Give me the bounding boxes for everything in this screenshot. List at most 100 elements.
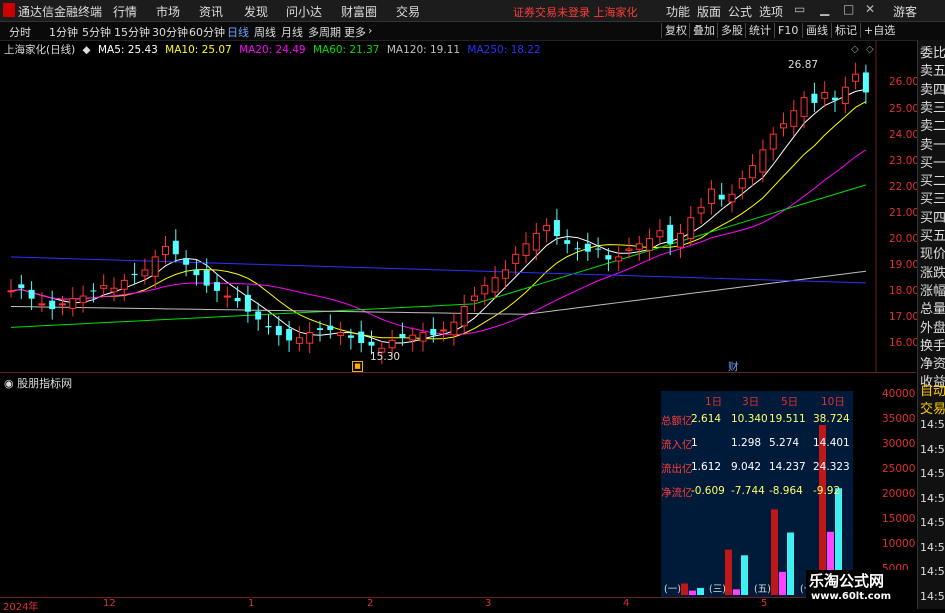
flow-bar-out — [787, 532, 794, 595]
minimize-icon[interactable]: ▁ — [820, 2, 829, 16]
period-multi[interactable]: 多周期 — [308, 24, 341, 40]
indicator-title[interactable]: ◉ 股朋指标网 — [4, 375, 72, 391]
side-tab-item[interactable]: 买一 — [920, 156, 945, 172]
watermark-title: 乐淘公式网 — [809, 572, 885, 590]
period-1min[interactable]: 1分钟 — [49, 24, 78, 40]
candle-body — [69, 298, 77, 309]
indicator-scale-tick: 35000 — [882, 413, 916, 425]
expand-icon[interactable]: ◉ — [4, 377, 14, 390]
panel-divider — [0, 372, 916, 373]
side-tab-item[interactable]: 外盘 — [920, 321, 945, 337]
period-weekly[interactable]: 周线 — [254, 24, 276, 40]
side-tab-item[interactable]: 卖一 — [920, 138, 945, 154]
period-15min[interactable]: 15分钟 — [114, 24, 150, 40]
event-marker-icon[interactable]: ■ — [352, 361, 363, 372]
candle-body — [501, 269, 509, 279]
candle-body — [265, 326, 272, 328]
close-icon[interactable]: ✕ — [865, 2, 875, 16]
menu-gongneng[interactable]: 功能 — [666, 3, 690, 20]
period-30min[interactable]: 30分钟 — [152, 24, 188, 40]
menu-wenxiaoda[interactable]: 问小达 — [286, 3, 322, 20]
menu-xuanxiang[interactable]: 选项 — [759, 3, 783, 20]
flow-cell: 19.511 — [769, 413, 806, 425]
window-icon[interactable]: ▭ — [794, 2, 805, 16]
period-60min[interactable]: 60分钟 — [189, 24, 225, 40]
candle-body — [317, 328, 323, 330]
expand-icon[interactable]: ◆ — [83, 44, 91, 56]
toolbar-fuquan[interactable]: 复权 — [661, 23, 690, 38]
side-tab-item[interactable]: 涨幅 — [920, 284, 945, 300]
menu-caifuquan[interactable]: 财富圈 — [341, 3, 377, 20]
side-tab-item[interactable]: 买四 — [920, 211, 945, 227]
ma20-label: MA20: 24.49 — [239, 44, 306, 56]
side-tab-item[interactable]: 总量 — [920, 302, 945, 318]
flow-bar-total — [725, 549, 732, 595]
watermark: 乐淘公式网 www.60lt.com — [806, 570, 916, 602]
user-guest[interactable]: 游客 — [893, 3, 917, 20]
candle-body — [667, 224, 674, 244]
menu-shichang[interactable]: 市场 — [156, 3, 180, 20]
side-tab-item[interactable]: 卖三 — [920, 101, 945, 117]
side-tab-item[interactable]: 换手 — [920, 339, 945, 355]
side-tab-item[interactable]: 涨跌 — [920, 266, 945, 282]
flow-cell: 14.401 — [813, 437, 850, 449]
flow-bar-out — [741, 555, 748, 595]
candle-body — [491, 277, 499, 293]
side-tab-item[interactable]: 净资 — [920, 357, 945, 373]
side-tab-item[interactable]: 卖四 — [920, 83, 945, 99]
settings-small-icon[interactable]: ◇ — [866, 44, 874, 55]
flow-row-label: 流入亿 — [661, 439, 693, 451]
indicator-time-label: 14:56 — [920, 540, 945, 554]
toolbar-tongji[interactable]: 统计 — [745, 23, 774, 38]
kline-chart[interactable] — [0, 40, 945, 372]
side-tab-item[interactable]: 现价 — [920, 247, 945, 263]
period-more[interactable]: 更多 — [344, 24, 366, 40]
indicator-time-label: 14:56 — [920, 418, 945, 431]
menu-zixun[interactable]: 资讯 — [199, 3, 223, 20]
toolbar-diejia[interactable]: 叠加 — [689, 23, 718, 38]
period-5min[interactable]: 5分钟 — [82, 24, 111, 40]
side-tab-item[interactable]: 买五 — [920, 229, 945, 245]
maximize-icon[interactable]: □ — [843, 2, 854, 16]
period-monthly[interactable]: 月线 — [281, 24, 303, 40]
menu-gongshi[interactable]: 公式 — [728, 3, 752, 20]
candle-body — [821, 91, 829, 99]
candle-body — [450, 321, 458, 336]
candle-body — [532, 232, 540, 251]
menu-jiaoyi[interactable]: 交易 — [396, 3, 420, 20]
toolbar-huaxian[interactable]: 画线 — [802, 23, 831, 38]
ma120-label: MA120: 19.11 — [386, 44, 461, 56]
toolbar-f10[interactable]: F10 — [774, 23, 801, 38]
period-daily[interactable]: 日线 — [227, 24, 249, 40]
ma5-label: MA5: 25.43 — [97, 44, 158, 56]
candle-body — [749, 165, 757, 179]
indicator-scale-tick: 20000 — [882, 488, 916, 500]
menu-faxian[interactable]: 发现 — [244, 3, 268, 20]
period-fenshi[interactable]: 分时 — [9, 24, 31, 40]
toolbar-biaoji[interactable]: 标记 — [831, 23, 860, 38]
ma250-line — [10, 256, 866, 284]
candle-body — [419, 332, 427, 342]
login-hint[interactable]: 证券交易未登录 上海家化 — [513, 4, 638, 20]
toolbar-duogu[interactable]: 多股 — [717, 23, 746, 38]
side-tab-item[interactable]: 委比 — [920, 46, 945, 62]
side-tab-item[interactable]: 卖二 — [920, 119, 945, 135]
candle-body — [687, 217, 695, 240]
diamond-icon[interactable]: ◇ — [851, 44, 859, 55]
side-tab-item[interactable]: 自动 — [920, 384, 945, 400]
menu-banmian[interactable]: 版面 — [697, 3, 721, 20]
candle-body — [440, 329, 448, 332]
side-tab-item[interactable]: 卖五 — [920, 64, 945, 80]
low-price-label: 15.30 — [370, 351, 401, 363]
capital-flow-table: 1日 3日 5日 10日 总额亿 2.614 10.340 19.511 38.724 流… — [661, 391, 853, 597]
side-tab-item[interactable]: 买三 — [920, 192, 945, 208]
watermark-url: www.60lt.com — [811, 591, 892, 602]
toolbar-zixuan[interactable]: +自选 — [860, 23, 898, 38]
candle-body — [358, 331, 365, 344]
candle-body — [28, 289, 35, 299]
side-tab-item[interactable]: 买二 — [920, 174, 945, 190]
chevron-right-icon[interactable]: › — [368, 24, 372, 37]
flow-row-label: 总额亿 — [661, 415, 693, 427]
menu-hangqing[interactable]: 行情 — [113, 3, 137, 20]
side-tab-item[interactable]: 交易 — [920, 402, 945, 418]
